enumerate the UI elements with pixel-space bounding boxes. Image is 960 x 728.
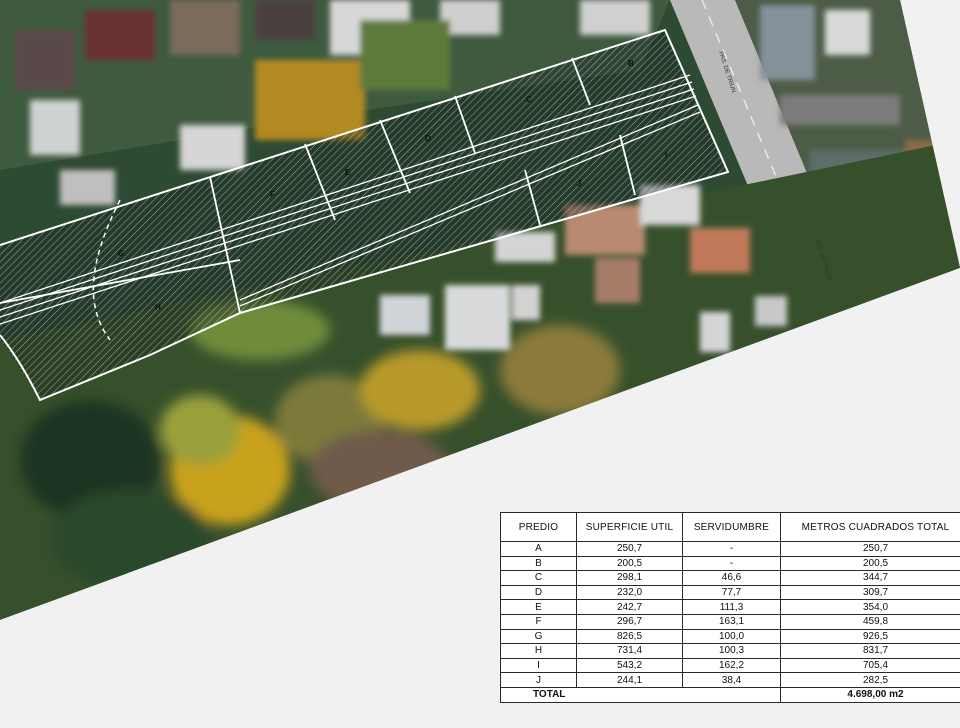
cell-metros-total: 831,7: [780, 643, 960, 659]
table-row: H 731,4 100,3 831,7: [500, 643, 960, 659]
cell-superficie-util: 543,2: [576, 657, 683, 674]
cell-predio: F: [500, 613, 577, 630]
header-metros-cuadrados-total: METROS CUADRADOS TOTAL: [780, 512, 960, 542]
lot-label-i: I: [665, 151, 667, 160]
lot-label-b: B: [628, 59, 634, 68]
cell-superficie-util: 232,0: [576, 584, 683, 601]
lot-label-e: E: [345, 168, 351, 177]
table-row: F 296,7 163,1 459,8: [500, 613, 960, 630]
cell-servidumbre: 100,3: [682, 643, 781, 659]
table-row: E 242,7 111,3 354,0: [500, 599, 960, 615]
table-body: A 250,7-250,7 B 200,5-200,5 C 298,1 46,6 344,7 D…: [500, 541, 960, 688]
table-row: B 200,5-200,5: [500, 555, 960, 572]
cell-superficie-util: 731,4: [576, 643, 683, 659]
cell-predio: I: [500, 657, 577, 674]
header-servidumbre: SERVIDUMBRE: [682, 512, 781, 542]
lot-label-d: D: [425, 134, 431, 143]
cell-superficie-util: 244,1: [576, 672, 683, 688]
cell-predio: J: [500, 672, 577, 688]
cell-superficie-util: 826,5: [576, 628, 683, 645]
cell-predio: E: [500, 599, 577, 615]
cell-metros-total: 309,7: [780, 584, 960, 601]
cell-servidumbre: 46,6: [682, 570, 781, 586]
total-row: TOTAL 4.698,00 m2: [500, 686, 960, 703]
cell-predio: C: [500, 570, 577, 586]
cell-servidumbre: 162,2: [682, 657, 781, 674]
table-row: A 250,7-250,7: [500, 541, 960, 557]
header-predio: PREDIO: [500, 512, 577, 542]
cell-servidumbre: -: [682, 541, 781, 557]
cell-servidumbre: 111,3: [682, 599, 781, 615]
cell-metros-total: 354,0: [780, 599, 960, 615]
lot-label-f: F: [270, 190, 275, 199]
cell-predio: B: [500, 555, 577, 572]
cell-superficie-util: 200,5: [576, 555, 683, 572]
area-table-container: PREDIO SUPERFICIE UTIL SERVIDUMBRE METRO…: [500, 512, 960, 703]
cell-servidumbre: 100,0: [682, 628, 781, 645]
cell-servidumbre: 77,7: [682, 584, 781, 601]
total-label: TOTAL: [500, 686, 781, 703]
cell-metros-total: 250,7: [780, 541, 960, 557]
cell-predio: A: [500, 541, 577, 557]
cell-superficie-util: 296,7: [576, 613, 683, 630]
cell-superficie-util: 250,7: [576, 541, 683, 557]
table-row: C 298,1 46,6 344,7: [500, 570, 960, 586]
cell-metros-total: 459,8: [780, 613, 960, 630]
cell-metros-total: 926,5: [780, 628, 960, 645]
table-row: I 543,2 162,2 705,4: [500, 657, 960, 674]
cell-metros-total: 344,7: [780, 570, 960, 586]
total-value: 4.698,00 m2: [780, 686, 960, 703]
table-header-row: PREDIO SUPERFICIE UTIL SERVIDUMBRE METRO…: [500, 512, 960, 542]
cell-superficie-util: 298,1: [576, 570, 683, 586]
cell-predio: D: [500, 584, 577, 601]
cell-predio: G: [500, 628, 577, 645]
cell-metros-total: 200,5: [780, 555, 960, 572]
lot-label-g: G: [118, 249, 124, 258]
lot-label-c: C: [526, 95, 532, 104]
table-row: J 244,1 38,4 282,5: [500, 672, 960, 688]
table-row: G 826,5 100,0 926,5: [500, 628, 960, 645]
cell-predio: H: [500, 643, 577, 659]
lot-label-j: J: [577, 179, 581, 188]
lot-label-h: H: [155, 303, 161, 312]
cell-metros-total: 282,5: [780, 672, 960, 688]
cell-servidumbre: 38,4: [682, 672, 781, 688]
cell-servidumbre: -: [682, 555, 781, 572]
area-table: PREDIO SUPERFICIE UTIL SERVIDUMBRE METRO…: [500, 512, 960, 703]
cell-superficie-util: 242,7: [576, 599, 683, 615]
header-superficie-util: SUPERFICIE UTIL: [576, 512, 683, 542]
table-row: D 232,0 77,7 309,7: [500, 584, 960, 601]
cell-metros-total: 705,4: [780, 657, 960, 674]
cell-servidumbre: 163,1: [682, 613, 781, 630]
